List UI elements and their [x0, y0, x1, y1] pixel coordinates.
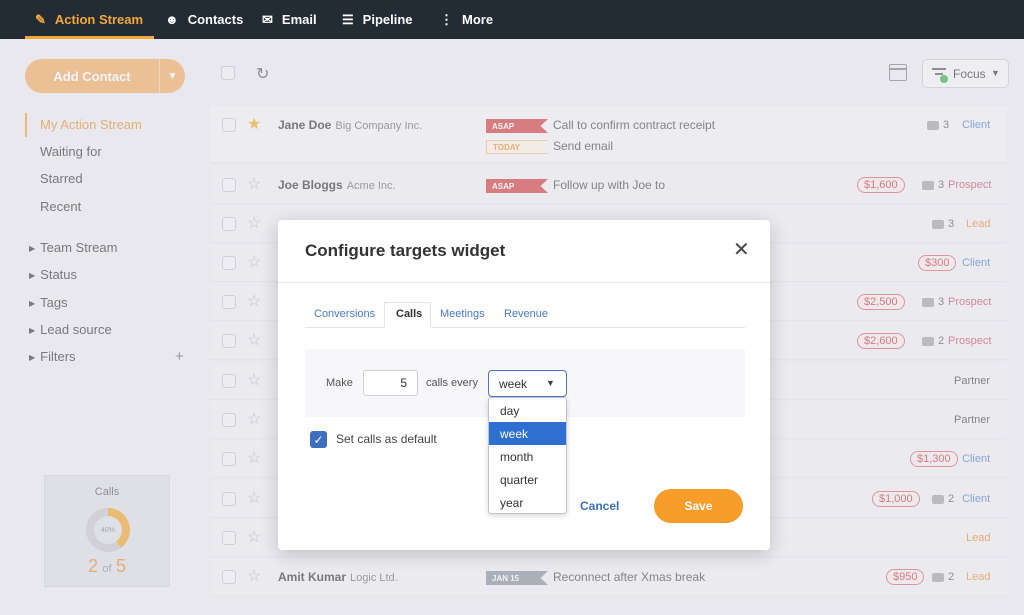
calls-every-label: calls every	[426, 377, 478, 389]
period-option-day[interactable]: day	[489, 399, 566, 422]
nav-action-stream-label: Action Stream	[54, 12, 144, 27]
nav-email[interactable]: ✉ Email	[262, 0, 317, 39]
cancel-button[interactable]: Cancel	[580, 499, 619, 513]
nav-contacts[interactable]: ☻ Contacts	[165, 0, 243, 39]
set-default-checkbox[interactable]: ✓	[310, 431, 327, 448]
contacts-icon: ☻	[165, 12, 179, 27]
save-button[interactable]: Save	[654, 489, 743, 523]
nav-pipeline-label: Pipeline	[362, 12, 413, 27]
chevron-down-icon: ▼	[546, 378, 555, 388]
nav-email-label: Email	[281, 12, 317, 27]
set-default-label[interactable]: Set calls as default	[336, 432, 437, 446]
tab-calls[interactable]: Calls	[396, 308, 422, 320]
period-dropdown-list: day week month quarter year	[488, 397, 567, 514]
action-stream-icon: ✎	[35, 11, 46, 27]
nav-more-label: More	[462, 12, 494, 27]
dialog-divider	[278, 282, 770, 283]
period-option-month[interactable]: month	[489, 445, 566, 468]
make-label: Make	[326, 377, 353, 389]
dialog-title: Configure targets widget	[305, 241, 506, 260]
tab-meetings[interactable]: Meetings	[440, 308, 485, 320]
period-select[interactable]: week ▼	[488, 370, 567, 397]
calls-target-input[interactable]: 5	[363, 370, 418, 396]
period-option-year[interactable]: year	[489, 491, 566, 514]
more-icon: ⋮	[440, 11, 453, 27]
email-icon: ✉	[262, 11, 273, 27]
top-nav: ✎ Action Stream ☻ Contacts ✉ Email ☰ Pip…	[0, 0, 1024, 39]
tab-revenue[interactable]: Revenue	[504, 308, 548, 320]
period-option-quarter[interactable]: quarter	[489, 468, 566, 491]
tabs-baseline	[305, 327, 745, 328]
nav-action-stream[interactable]: ✎ Action Stream	[35, 0, 143, 39]
pipeline-icon: ☰	[342, 11, 354, 27]
checkmark-icon: ✓	[313, 432, 324, 447]
nav-pipeline[interactable]: ☰ Pipeline	[342, 0, 413, 39]
period-selected-value: week	[499, 377, 528, 391]
tab-conversions[interactable]: Conversions	[314, 308, 375, 320]
close-icon[interactable]: ✕	[733, 237, 750, 262]
nav-more[interactable]: ⋮ More	[440, 0, 493, 39]
nav-contacts-label: Contacts	[187, 12, 244, 27]
period-option-week[interactable]: week	[489, 422, 566, 445]
